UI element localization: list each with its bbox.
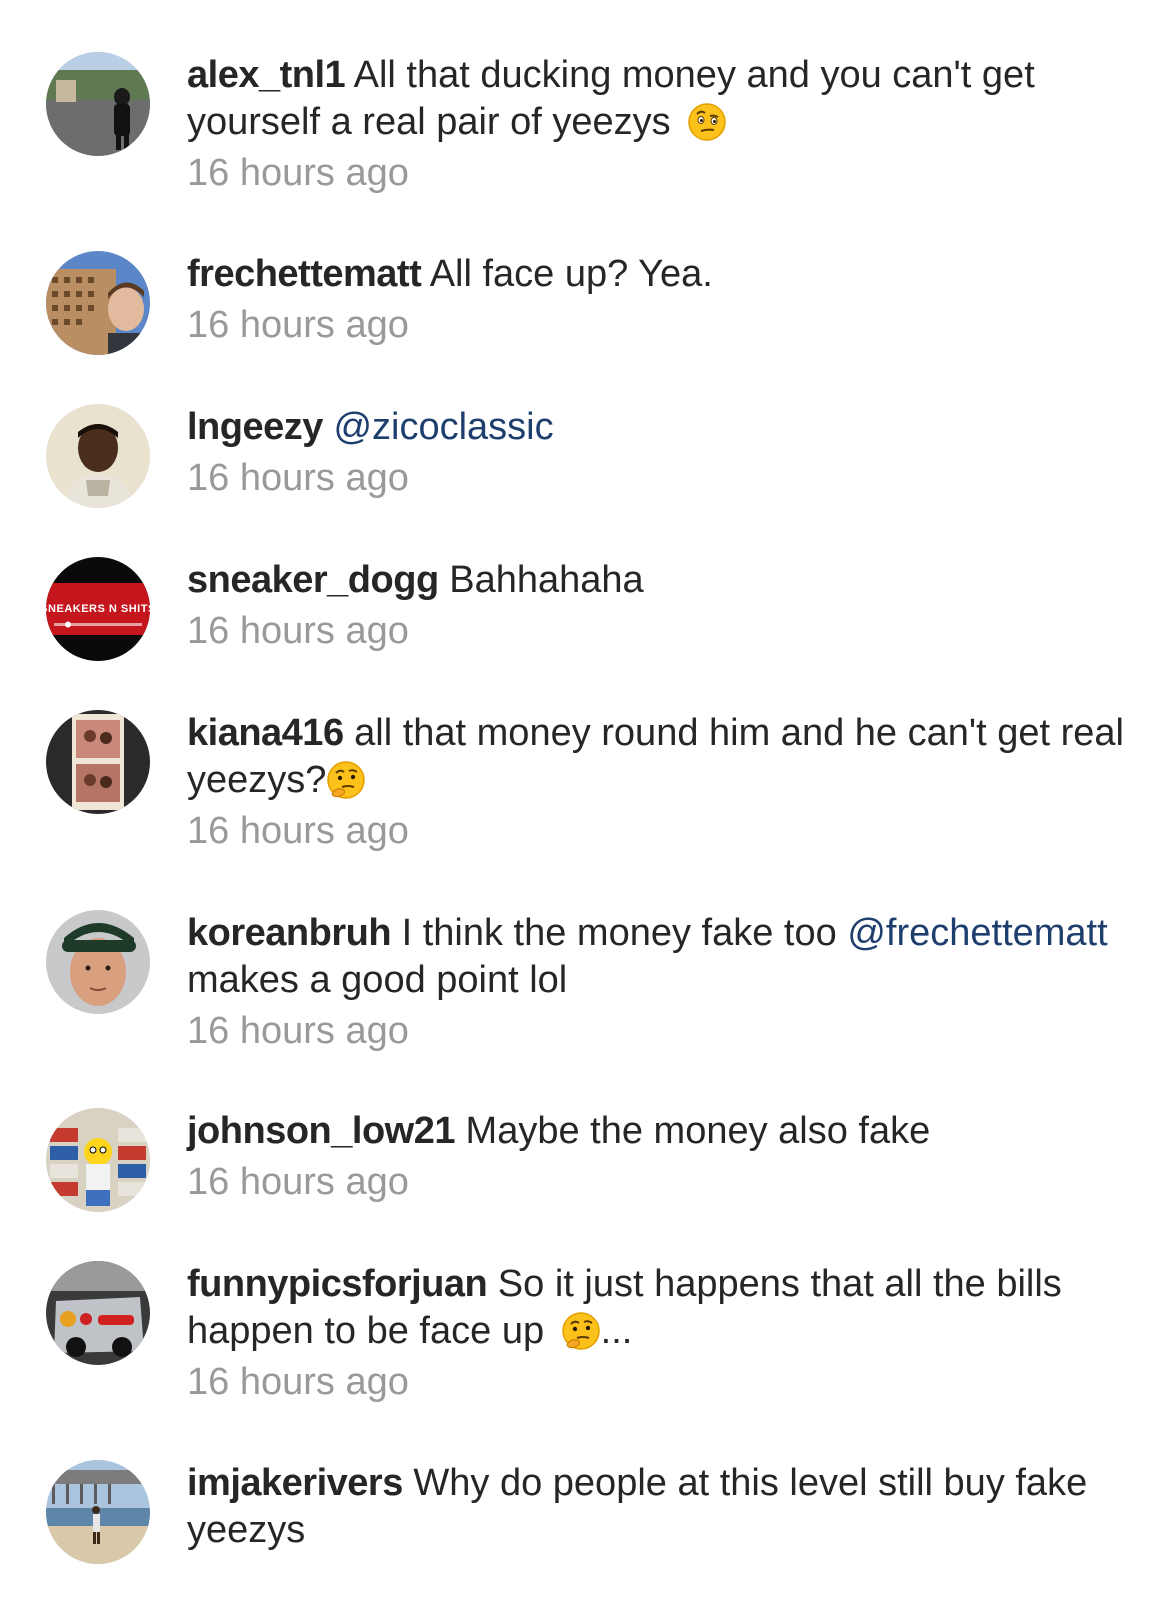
avatar-image xyxy=(46,710,150,814)
mention-link[interactable]: @frechettematt xyxy=(847,912,1107,954)
comment-username[interactable]: alex_tnl1 xyxy=(187,54,346,96)
avatar[interactable] xyxy=(46,404,150,508)
avatar[interactable] xyxy=(46,52,150,156)
comment-timestamp: 16 hours ago xyxy=(187,1161,409,1203)
comment-username[interactable]: frechettematt xyxy=(187,253,422,295)
comment-username[interactable]: funnypicsforjuan xyxy=(187,1263,488,1305)
comment-text-continued: makes a good point lol xyxy=(187,959,568,1001)
comment-timestamp: 16 hours ago xyxy=(187,610,409,652)
avatar[interactable] xyxy=(46,1261,150,1365)
avatar-image xyxy=(46,404,150,508)
comment-username[interactable]: kiana416 xyxy=(187,712,344,754)
comment-text: Maybe the money also fake xyxy=(465,1110,931,1152)
avatar[interactable] xyxy=(46,1108,150,1212)
avatar[interactable] xyxy=(46,710,150,814)
comment-timestamp: 16 hours ago xyxy=(187,152,409,194)
avatar-image xyxy=(46,1261,150,1365)
thinking-face-emoji-icon xyxy=(327,761,366,799)
avatar-image xyxy=(46,251,150,355)
comment-text: All face up? Yea. xyxy=(429,253,713,295)
comment-timestamp: 16 hours ago xyxy=(187,457,409,499)
avatar[interactable]: SNEAKERS N SHITS xyxy=(46,557,150,661)
comment-text-continued: ... xyxy=(600,1310,633,1352)
avatar[interactable] xyxy=(46,1460,150,1564)
raised-eyebrow-emoji-icon xyxy=(688,103,726,141)
comment-timestamp: 16 hours ago xyxy=(187,810,409,852)
comment-username[interactable]: sneaker_dogg xyxy=(187,559,439,601)
avatar[interactable] xyxy=(46,251,150,355)
thinking-face-emoji-icon xyxy=(561,1312,600,1350)
comment-text: I think the money fake too xyxy=(401,912,837,954)
avatar-image xyxy=(46,1460,150,1564)
comment-username[interactable]: imjakerivers xyxy=(187,1462,403,1504)
comment-timestamp: 16 hours ago xyxy=(187,1010,409,1052)
avatar-image xyxy=(46,1108,150,1212)
mention-link[interactable]: @zicoclassic xyxy=(333,406,553,448)
avatar-image: SNEAKERS N SHITS xyxy=(46,557,150,661)
avatar-image xyxy=(46,52,150,156)
avatar-logo-text: SNEAKERS N SHITS xyxy=(46,603,150,615)
comment-username[interactable]: koreanbruh xyxy=(187,912,392,954)
comment-timestamp: 16 hours ago xyxy=(187,1361,409,1403)
comment-timestamp: 16 hours ago xyxy=(187,304,409,346)
avatar-image xyxy=(46,910,150,1014)
comment-username[interactable]: lngeezy xyxy=(187,406,323,448)
avatar[interactable] xyxy=(46,910,150,1014)
comment-text: Bahhahaha xyxy=(449,559,644,601)
comment-username[interactable]: johnson_low21 xyxy=(187,1110,455,1152)
